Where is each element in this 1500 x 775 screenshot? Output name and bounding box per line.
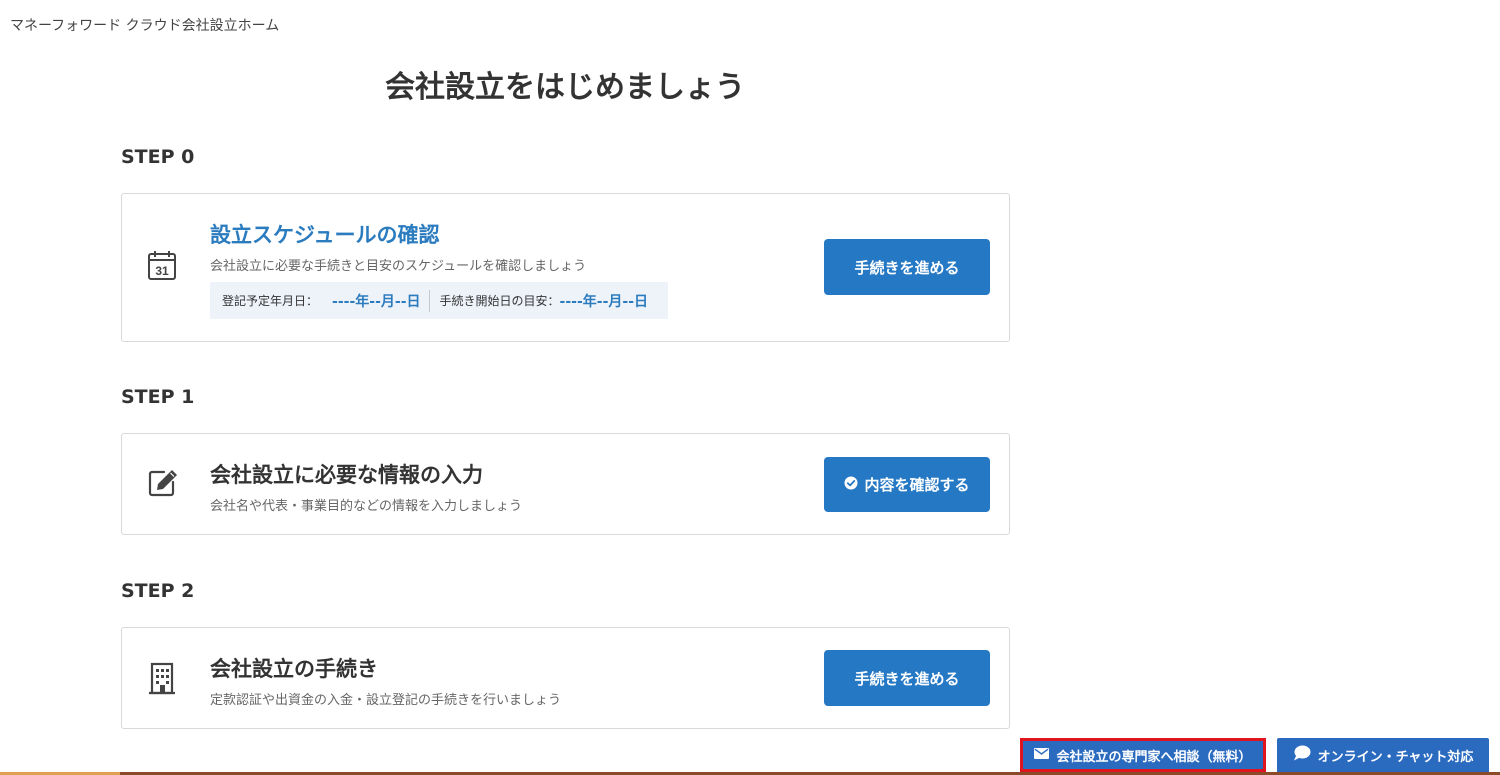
consult-expert-label: 会社設立の専門家へ相談（無料） [1056, 749, 1252, 765]
chat-bubble-icon [1293, 745, 1311, 765]
step-2-card: 会社設立の手続き 定款認証や出資金の入金・設立登記の手続きを行いましょう 手続き… [121, 627, 1010, 729]
online-chat-button[interactable]: オンライン・チャット対応 [1277, 738, 1489, 772]
breadcrumb[interactable]: マネーフォワード クラウド会社設立ホーム [10, 15, 279, 35]
step-1-description: 会社名や代表・事業目的などの情報を入力しましょう [210, 499, 523, 514]
step-0-label: STEP 0 [121, 146, 195, 168]
step-1-card: 会社設立に必要な情報の入力 会社名や代表・事業目的などの情報を入力しましょう 内… [121, 433, 1010, 535]
schedule-summary: 登記予定年月日： ----年--月--日 手続き開始日の目安： ----年--月… [210, 282, 668, 319]
building-icon [144, 661, 180, 697]
start-date-value: ----年--月--日 [559, 293, 648, 310]
mail-icon [1034, 747, 1050, 763]
step-0-card: 31 設立スケジュールの確認 会社設立に必要な手続きと目安のスケジュールを確認し… [121, 193, 1010, 342]
confirm-content-button[interactable]: 内容を確認する [824, 457, 990, 512]
step-2-title: 会社設立の手続き [210, 657, 378, 681]
start-date-label: 手続き開始日の目安： [439, 294, 560, 308]
step-0-proceed-label: 手続きを進める [854, 258, 960, 277]
confirm-content-label: 内容を確認する [864, 476, 970, 494]
edit-icon [144, 465, 180, 501]
online-chat-label: オンライン・チャット対応 [1317, 749, 1474, 765]
step-2-description: 定款認証や出資金の入金・設立登記の手続きを行いましょう [210, 693, 562, 708]
step-1-label: STEP 1 [121, 386, 195, 408]
registration-date-value: ----年--月--日 [332, 293, 421, 310]
step-2-label: STEP 2 [121, 580, 195, 602]
svg-text:31: 31 [155, 264, 169, 278]
calendar-icon: 31 [144, 247, 180, 283]
schedule-divider [428, 289, 430, 312]
consult-expert-button[interactable]: 会社設立の専門家へ相談（無料） [1020, 738, 1266, 772]
step-2-proceed-button[interactable]: 手続きを進める [824, 650, 990, 706]
step-0-proceed-button[interactable]: 手続きを進める [824, 239, 990, 295]
page: マネーフォワード クラウド会社設立ホーム 会社設立をはじめましょう STEP 0… [0, 0, 1500, 775]
check-circle-icon [844, 476, 858, 494]
schedule-title-link[interactable]: 設立スケジュールの確認 [210, 219, 440, 249]
step-2-proceed-label: 手続きを進める [854, 669, 960, 688]
step-0-description: 会社設立に必要な手続きと目安のスケジュールを確認しましょう [210, 259, 587, 274]
page-title: 会社設立をはじめましょう [385, 70, 745, 105]
registration-date-label: 登記予定年月日： [222, 294, 319, 308]
step-1-title: 会社設立に必要な情報の入力 [210, 463, 483, 487]
